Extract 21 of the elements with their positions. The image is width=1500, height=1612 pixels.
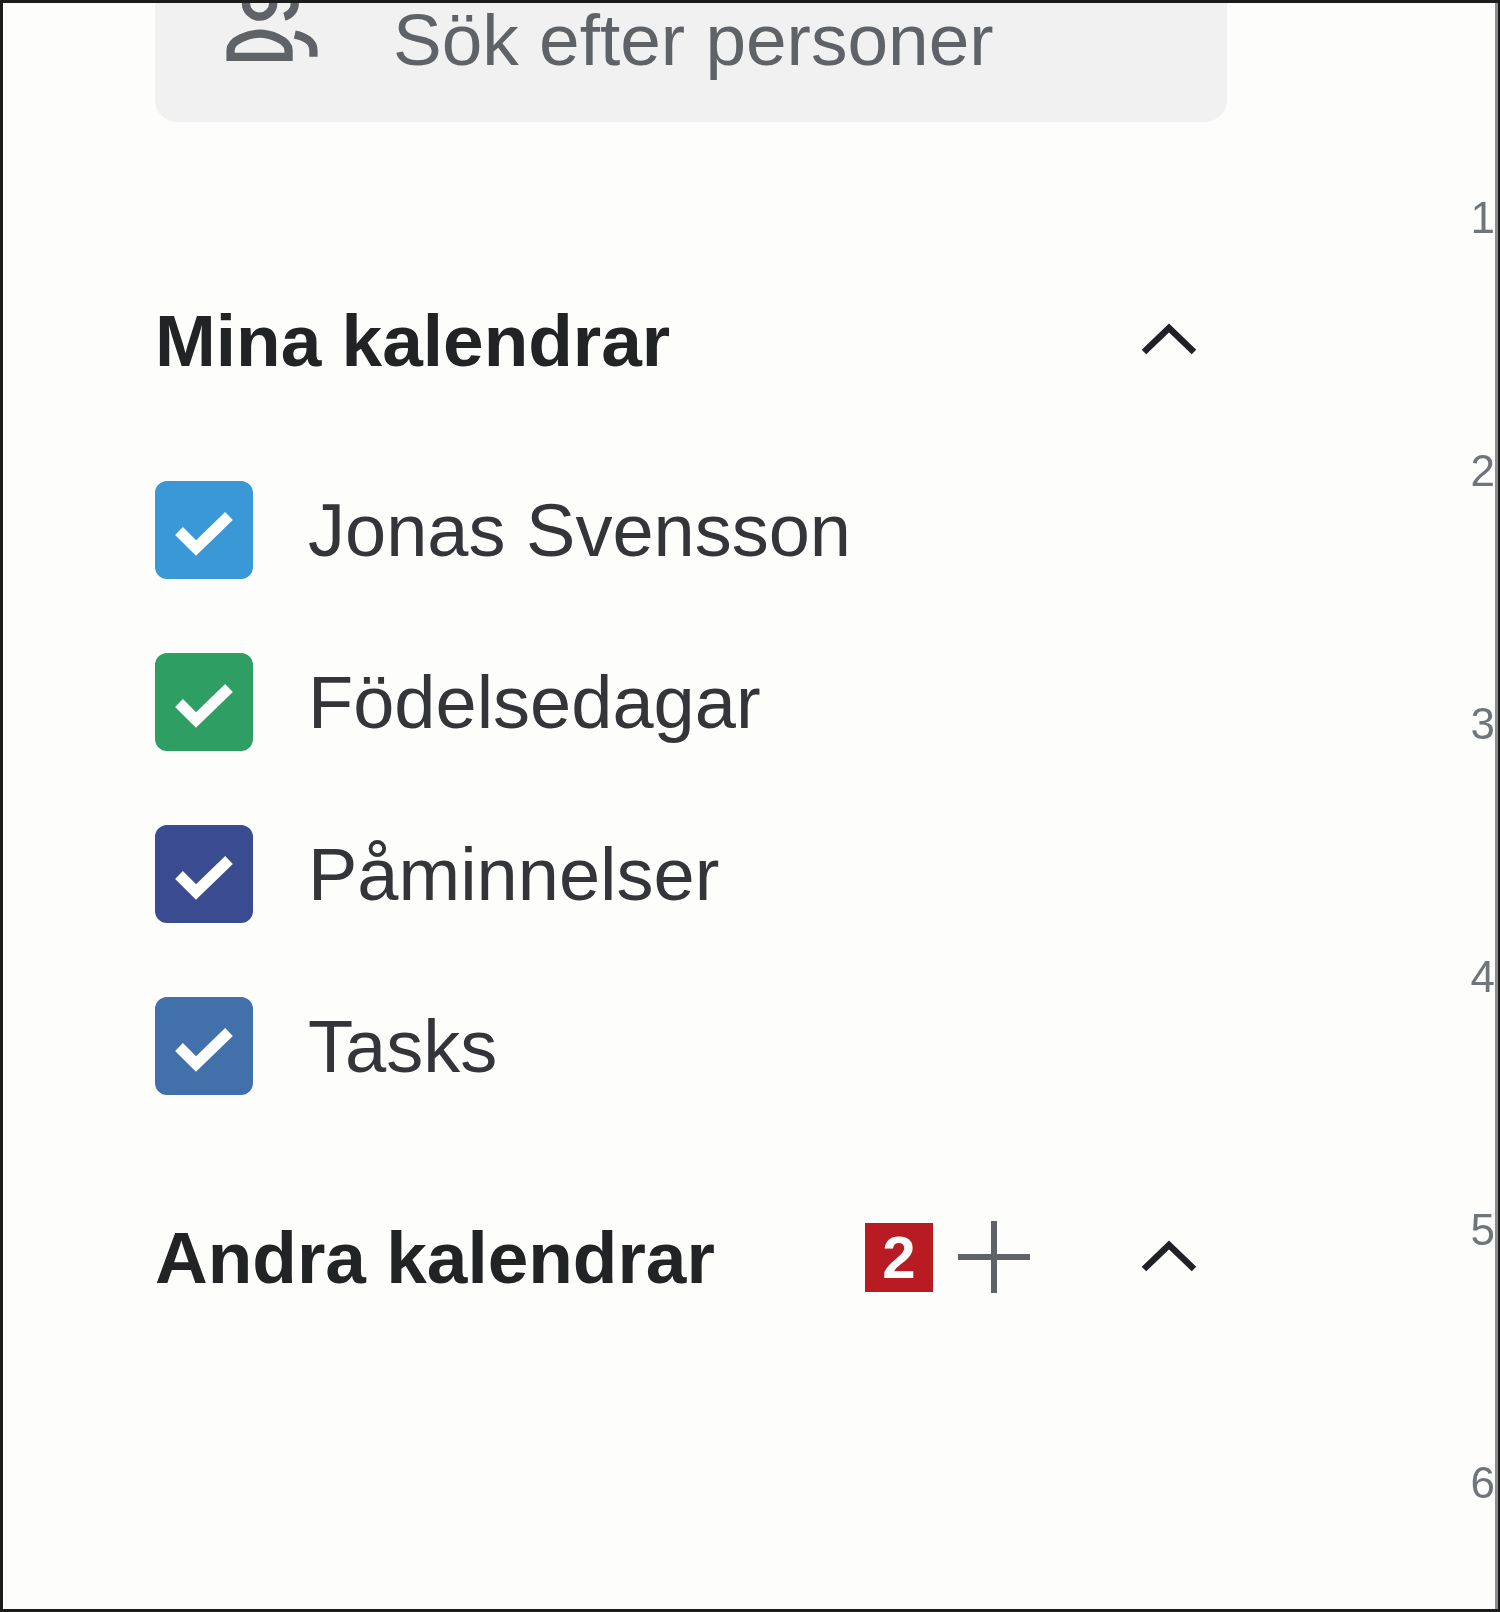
calendar-checkbox[interactable] xyxy=(155,481,253,579)
chevron-up-icon xyxy=(1139,323,1199,357)
hour-label: 6 xyxy=(1470,1460,1495,1505)
search-field[interactable]: Sök efter personer xyxy=(155,3,1227,122)
section-heading: Andra kalendrar xyxy=(155,1215,716,1299)
hour-label: 4 xyxy=(1470,954,1495,999)
calendar-name[interactable]: Påminnelser xyxy=(308,831,720,917)
calendar-name[interactable]: Jonas Svensson xyxy=(308,487,851,573)
calendar-name[interactable]: Födelsedagar xyxy=(308,659,761,745)
chevron-up-icon xyxy=(1139,1240,1199,1274)
calendar-checkbox[interactable] xyxy=(155,997,253,1095)
hour-label: 5 xyxy=(1470,1207,1495,1252)
calendar-checkbox[interactable] xyxy=(155,825,253,923)
plus-icon xyxy=(958,1221,1030,1293)
hour-label: 2 xyxy=(1470,448,1495,493)
hour-label: 1 xyxy=(1470,195,1495,240)
section-heading: Mina kalendrar xyxy=(155,298,672,382)
number-callout-badge: 2 xyxy=(865,1222,933,1292)
hour-label: 3 xyxy=(1470,701,1495,746)
calendar-checkbox[interactable] xyxy=(155,653,253,751)
calendar-name[interactable]: Tasks xyxy=(308,1003,498,1089)
